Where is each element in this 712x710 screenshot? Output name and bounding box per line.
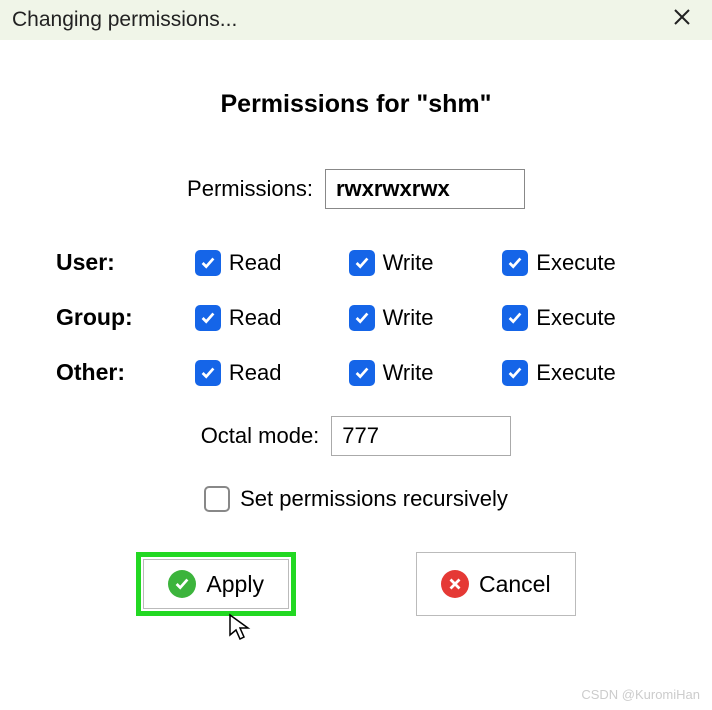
user-read-checkbox[interactable] [195, 250, 221, 276]
read-label: Read [229, 250, 282, 276]
other-read-checkbox[interactable] [195, 360, 221, 386]
cancel-button[interactable]: Cancel [416, 552, 576, 616]
check-circle-icon [168, 570, 196, 598]
octal-input[interactable] [331, 416, 511, 456]
execute-label: Execute [536, 305, 616, 331]
read-label: Read [229, 305, 282, 331]
check-icon [199, 309, 217, 327]
cancel-circle-icon [441, 570, 469, 598]
apply-label: Apply [206, 571, 264, 598]
user-label: User: [56, 249, 195, 276]
user-execute-checkbox[interactable] [502, 250, 528, 276]
check-icon [506, 254, 524, 272]
perm-row-other: Other: Read Write Execute [56, 359, 656, 386]
titlebar: Changing permissions... [0, 0, 712, 40]
permissions-label: Permissions: [187, 176, 313, 202]
close-button[interactable] [664, 2, 700, 38]
other-label: Other: [56, 359, 195, 386]
write-label: Write [383, 305, 434, 331]
check-icon [199, 254, 217, 272]
group-read-checkbox[interactable] [195, 305, 221, 331]
check-icon [353, 309, 371, 327]
group-write-checkbox[interactable] [349, 305, 375, 331]
perm-row-group: Group: Read Write Execute [56, 304, 656, 331]
write-label: Write [383, 360, 434, 386]
execute-label: Execute [536, 250, 616, 276]
check-icon [353, 254, 371, 272]
check-icon [353, 364, 371, 382]
execute-label: Execute [536, 360, 616, 386]
group-label: Group: [56, 304, 195, 331]
other-write-checkbox[interactable] [349, 360, 375, 386]
titlebar-text: Changing permissions... [12, 8, 237, 32]
check-icon [506, 309, 524, 327]
apply-highlight: Apply [136, 552, 296, 616]
apply-button[interactable]: Apply [143, 559, 289, 609]
other-execute-checkbox[interactable] [502, 360, 528, 386]
octal-label: Octal mode: [201, 423, 320, 449]
recursive-checkbox[interactable] [204, 486, 230, 512]
cancel-label: Cancel [479, 571, 551, 598]
page-title: Permissions for "shm" [50, 90, 662, 119]
write-label: Write [383, 250, 434, 276]
close-icon [672, 7, 692, 27]
user-write-checkbox[interactable] [349, 250, 375, 276]
recursive-label: Set permissions recursively [240, 486, 508, 512]
check-icon [506, 364, 524, 382]
check-icon [199, 364, 217, 382]
watermark: CSDN @KuromiHan [581, 687, 700, 702]
perm-row-user: User: Read Write Execute [56, 249, 656, 276]
permissions-input[interactable] [325, 169, 525, 209]
read-label: Read [229, 360, 282, 386]
group-execute-checkbox[interactable] [502, 305, 528, 331]
